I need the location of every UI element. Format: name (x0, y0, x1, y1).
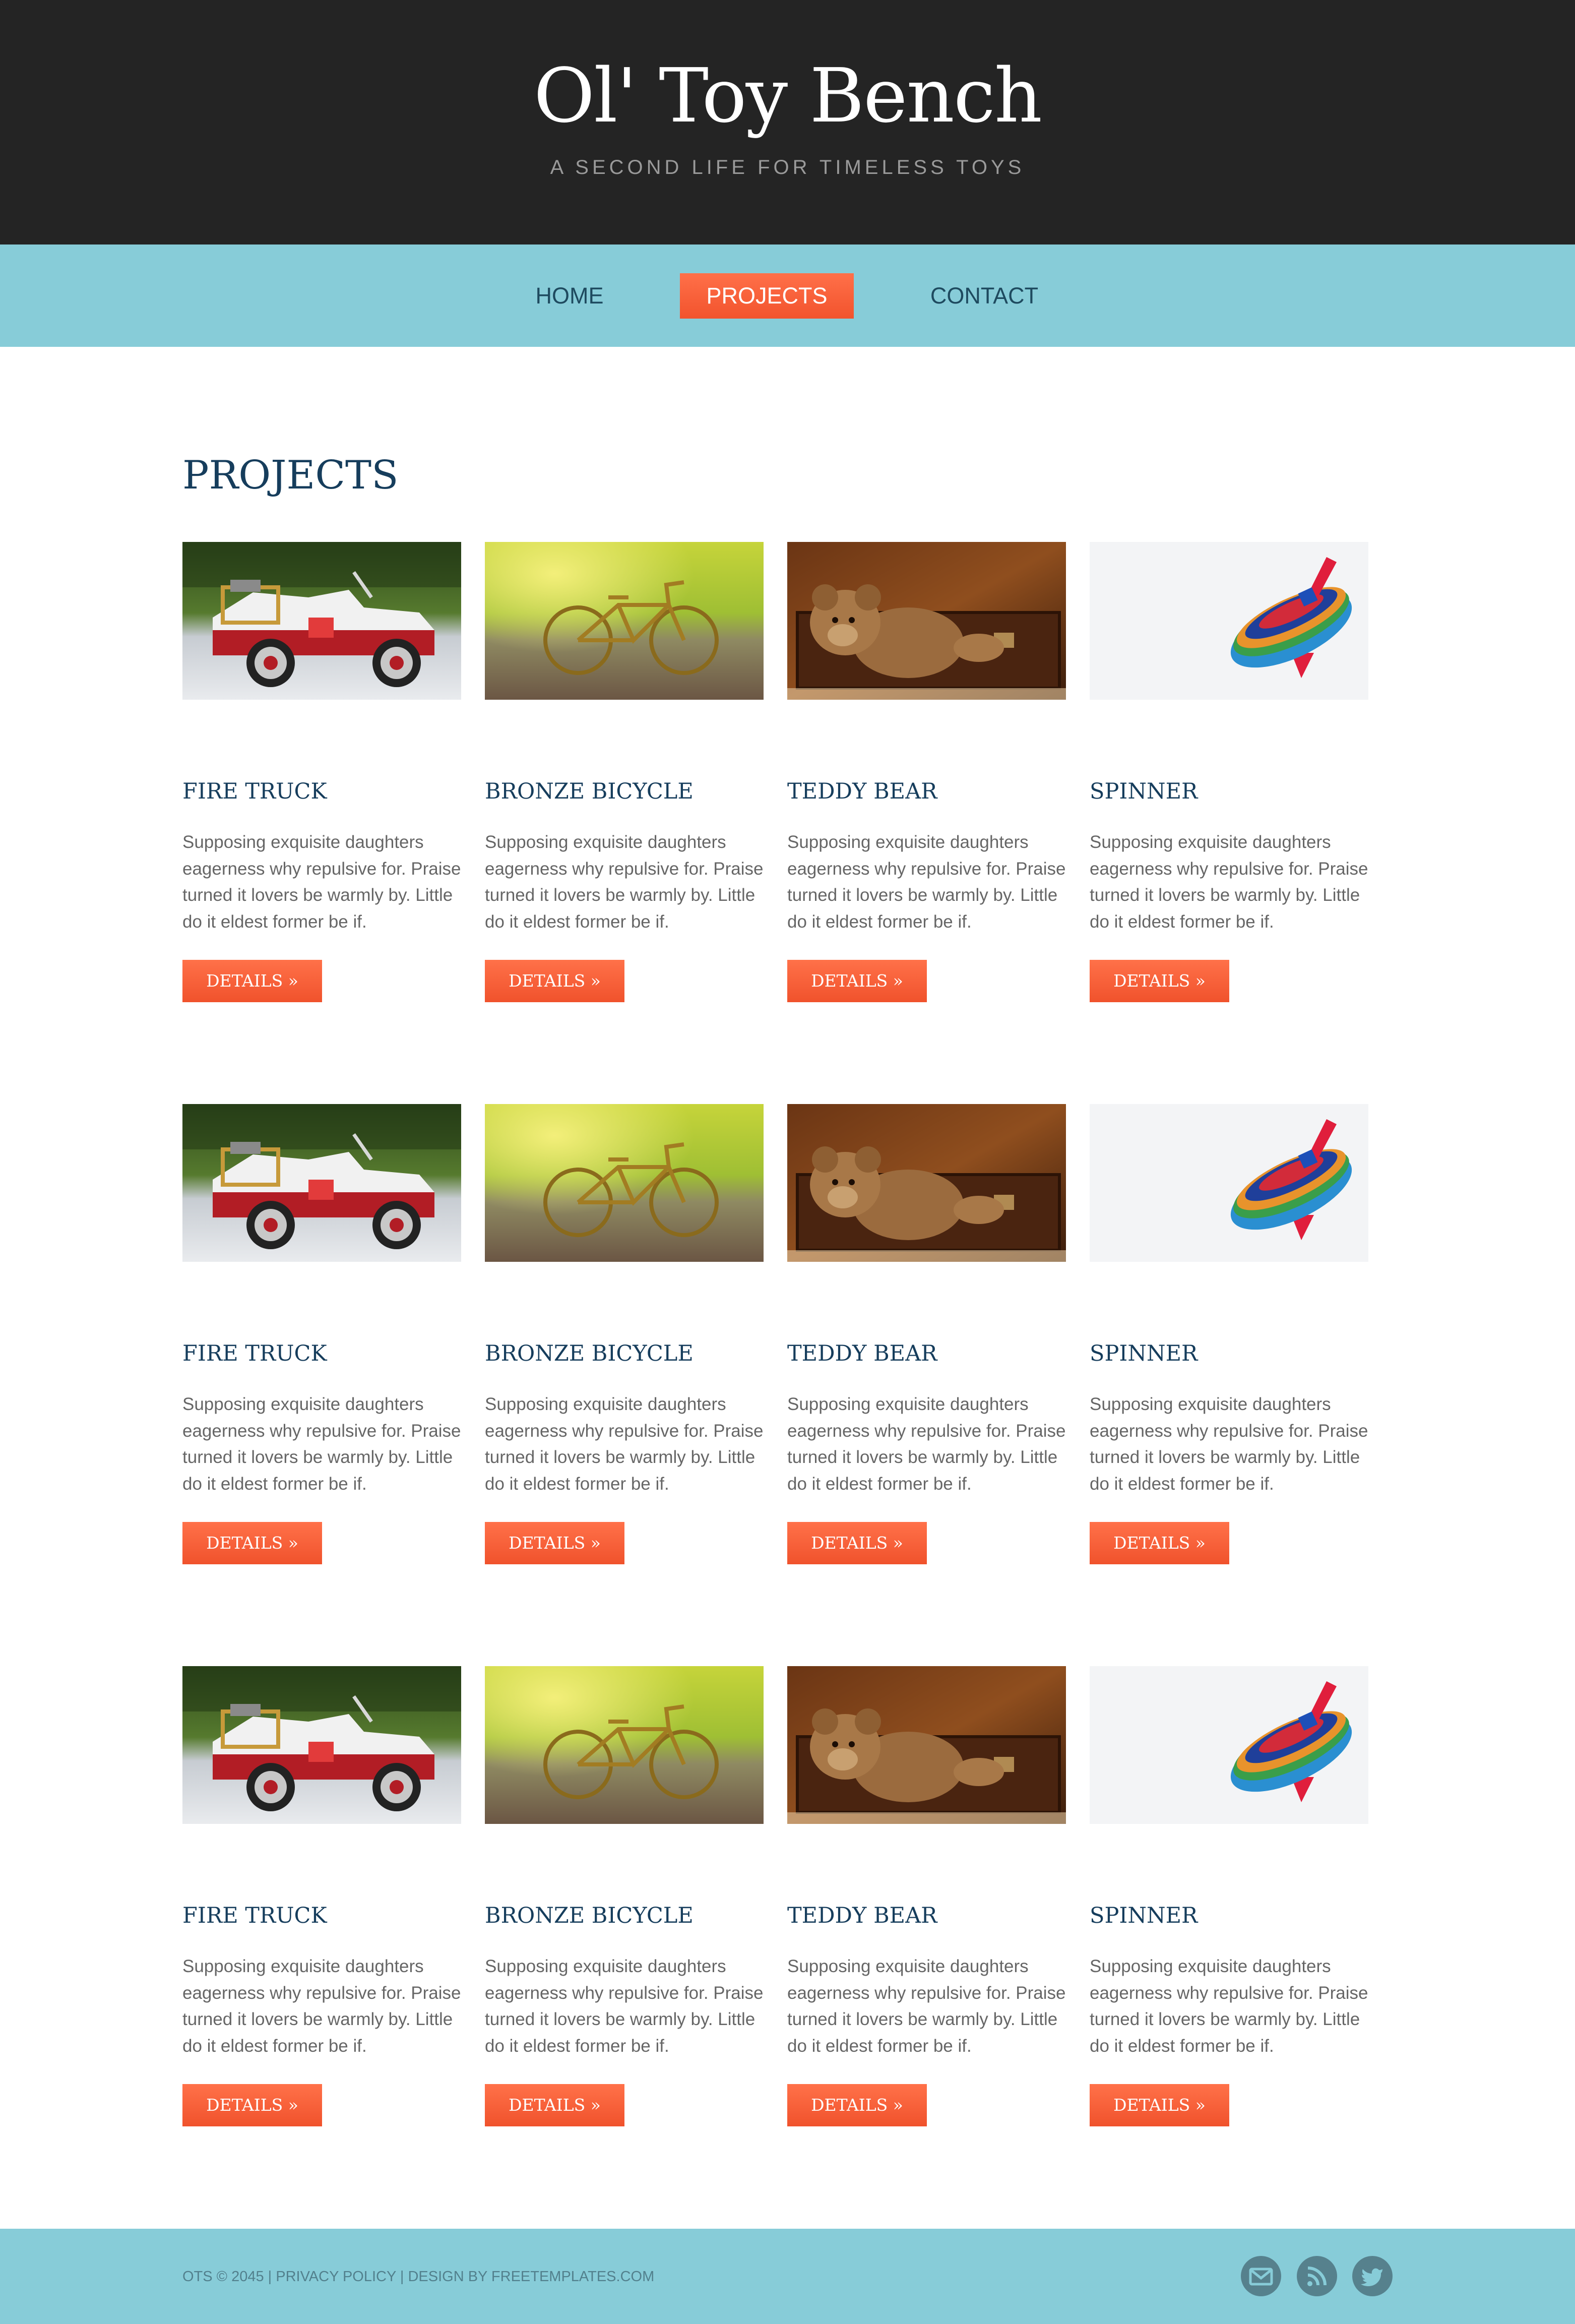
product-card: TEDDY BEAR Supposing exquisite daughters … (787, 1104, 1066, 1573)
details-button[interactable]: DETAILS » (182, 2084, 322, 2126)
rss-icon[interactable] (1297, 2256, 1337, 2296)
bronze-bicycle-photo[interactable] (485, 1104, 764, 1262)
nav-item-home[interactable]: HOME (521, 273, 618, 319)
product-description: Supposing exquisite daughters eagerness … (1090, 832, 1368, 932)
spinner-photo[interactable] (1090, 1104, 1368, 1262)
fire-truck-photo[interactable] (182, 542, 461, 700)
page-title: PROJECTS (182, 453, 399, 498)
product-description: Supposing exquisite daughters eagerness … (182, 1394, 461, 1494)
site-header: Ol' Toy Bench A SECOND LIFE FOR TIMELESS… (0, 0, 1575, 244)
product-description: Supposing exquisite daughters eagerness … (1090, 1956, 1368, 2056)
main-nav: HOME PROJECTS CONTACT (0, 244, 1575, 347)
details-button[interactable]: DETAILS » (787, 960, 927, 1002)
product-title[interactable]: TEDDY BEAR (787, 1338, 1066, 1369)
details-button[interactable]: DETAILS » (182, 960, 322, 1002)
details-button[interactable]: DETAILS » (485, 960, 624, 1002)
product-card: SPINNER Supposing exquisite daughters eag… (1090, 542, 1368, 1011)
product-title[interactable]: FIRE TRUCK (182, 1338, 461, 1369)
details-button[interactable]: DETAILS » (485, 1522, 624, 1564)
product-card: TEDDY BEAR Supposing exquisite daughters … (787, 1666, 1066, 2135)
details-button[interactable]: DETAILS » (485, 2084, 624, 2126)
product-title[interactable]: SPINNER (1090, 776, 1368, 807)
product-title[interactable]: TEDDY BEAR (787, 776, 1066, 807)
product-card: SPINNER Supposing exquisite daughters eag… (1090, 1666, 1368, 2135)
product-card: BRONZE BICYCLE Supposing exquisite daught… (485, 1666, 764, 2135)
twitter-icon[interactable] (1352, 2256, 1393, 2296)
product-card: SPINNER Supposing exquisite daughters eag… (1090, 1104, 1368, 1573)
product-description: Supposing exquisite daughters eagerness … (182, 1956, 461, 2056)
spinner-photo[interactable] (1090, 1666, 1368, 1824)
spinner-photo[interactable] (1090, 542, 1368, 700)
nav-item-projects[interactable]: PROJECTS (680, 273, 854, 319)
bronze-bicycle-photo[interactable] (485, 542, 764, 700)
mail-icon[interactable] (1241, 2256, 1281, 2296)
product-title[interactable]: BRONZE BICYCLE (485, 1901, 764, 1931)
site-title[interactable]: Ol' Toy Bench (0, 48, 1575, 144)
site-footer: OTS © 2045 | PRIVACY POLICY | DESIGN BY … (0, 2229, 1575, 2324)
product-card: FIRE TRUCK Supposing exquisite daughters … (182, 542, 461, 1011)
details-button[interactable]: DETAILS » (787, 1522, 927, 1564)
product-description: Supposing exquisite daughters eagerness … (485, 832, 764, 932)
product-card: BRONZE BICYCLE Supposing exquisite daught… (485, 542, 764, 1011)
site-tagline: A SECOND LIFE FOR TIMELESS TOYS (550, 156, 1025, 178)
product-card: FIRE TRUCK Supposing exquisite daughters … (182, 1666, 461, 2135)
product-description: Supposing exquisite daughters eagerness … (1090, 1394, 1368, 1494)
fire-truck-photo[interactable] (182, 1666, 461, 1824)
product-description: Supposing exquisite daughters eagerness … (182, 832, 461, 932)
fire-truck-photo[interactable] (182, 1104, 461, 1262)
bronze-bicycle-photo[interactable] (485, 1666, 764, 1824)
product-title[interactable]: TEDDY BEAR (787, 1901, 1066, 1931)
details-button[interactable]: DETAILS » (787, 2084, 927, 2126)
product-description: Supposing exquisite daughters eagerness … (787, 832, 1066, 932)
product-description: Supposing exquisite daughters eagerness … (485, 1394, 764, 1494)
product-card: FIRE TRUCK Supposing exquisite daughters … (182, 1104, 461, 1573)
product-title[interactable]: FIRE TRUCK (182, 776, 461, 807)
product-title[interactable]: SPINNER (1090, 1338, 1368, 1369)
product-card: BRONZE BICYCLE Supposing exquisite daught… (485, 1104, 764, 1573)
teddy-bear-photo[interactable] (787, 1666, 1066, 1824)
details-button[interactable]: DETAILS » (1090, 960, 1229, 1002)
nav-item-contact[interactable]: CONTACT (914, 273, 1055, 319)
product-card: TEDDY BEAR Supposing exquisite daughters … (787, 542, 1066, 1011)
product-title[interactable]: SPINNER (1090, 1901, 1368, 1931)
teddy-bear-photo[interactable] (787, 1104, 1066, 1262)
details-button[interactable]: DETAILS » (182, 1522, 322, 1564)
product-title[interactable]: BRONZE BICYCLE (485, 776, 764, 807)
product-description: Supposing exquisite daughters eagerness … (787, 1956, 1066, 2056)
product-title[interactable]: FIRE TRUCK (182, 1901, 461, 1931)
product-description: Supposing exquisite daughters eagerness … (485, 1956, 764, 2056)
footer-credits[interactable]: OTS © 2045 | PRIVACY POLICY | DESIGN BY … (182, 2267, 654, 2287)
details-button[interactable]: DETAILS » (1090, 2084, 1229, 2126)
details-button[interactable]: DETAILS » (1090, 1522, 1229, 1564)
product-title[interactable]: BRONZE BICYCLE (485, 1338, 764, 1369)
product-description: Supposing exquisite daughters eagerness … (787, 1394, 1066, 1494)
teddy-bear-photo[interactable] (787, 542, 1066, 700)
